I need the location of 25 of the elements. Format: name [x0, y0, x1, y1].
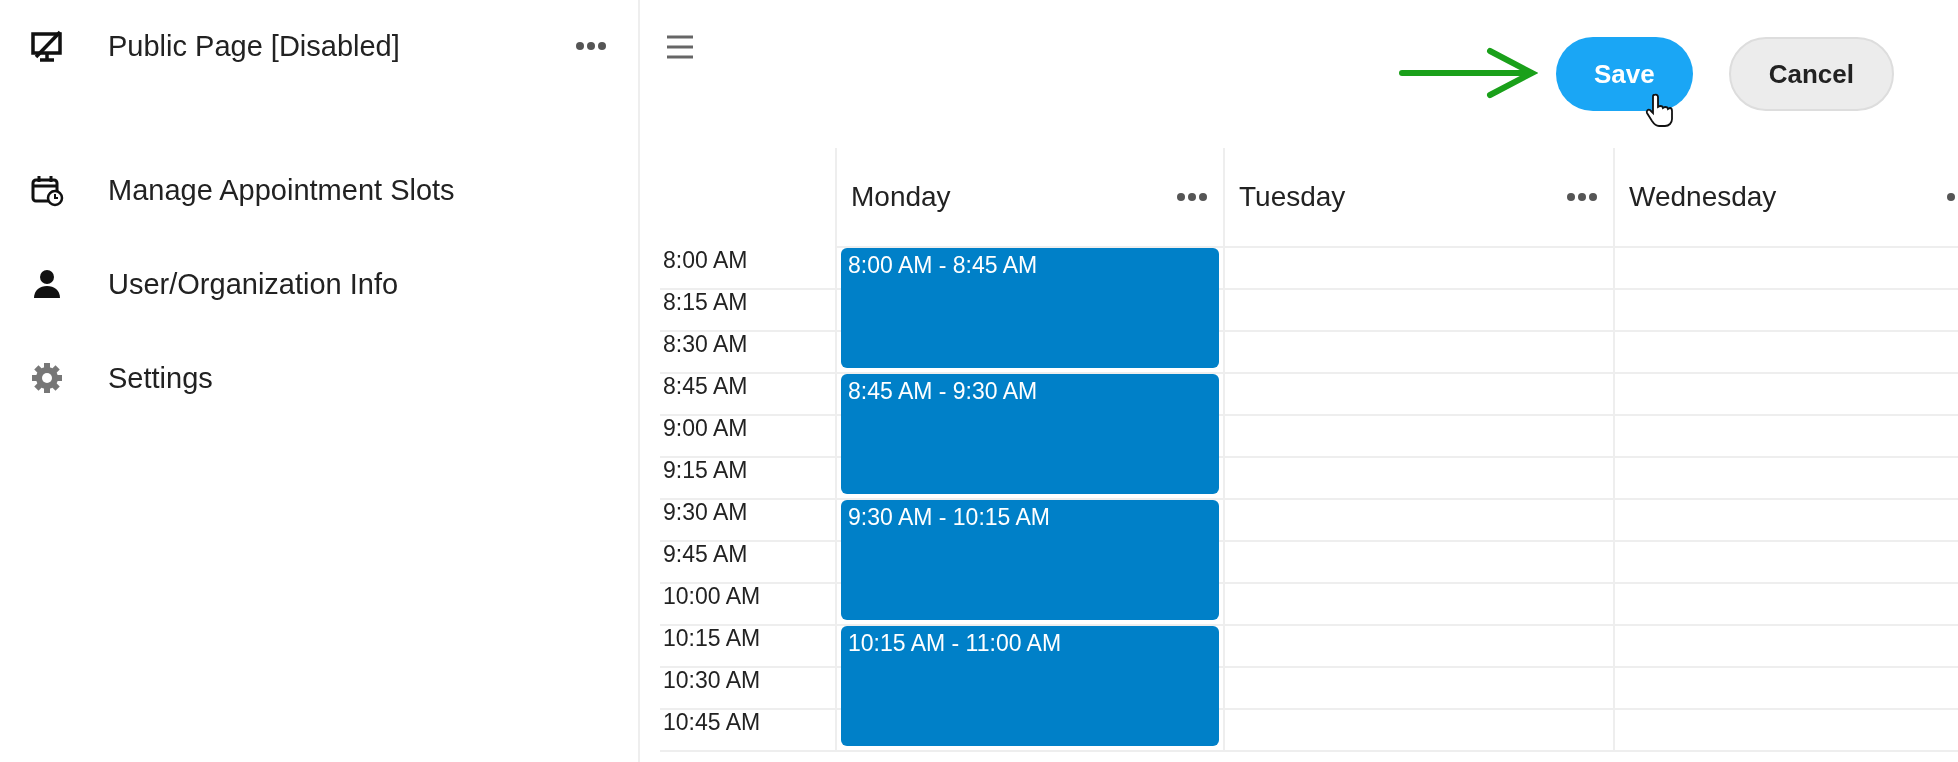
appointment-slot[interactable]: 9:30 AM - 10:15 AM	[841, 500, 1219, 620]
time-label: 9:45 AM	[663, 542, 748, 566]
page-title: Public Page [Disabled]	[108, 29, 401, 63]
time-label: 10:45 AM	[663, 710, 761, 734]
sidebar-item[interactable]: Manage Appointment Slots	[108, 173, 608, 207]
cancel-button[interactable]: Cancel	[1728, 37, 1894, 111]
time-label: 8:00 AM	[663, 248, 748, 272]
day-name: Monday	[851, 181, 952, 213]
time-label: 8:45 AM	[663, 374, 748, 398]
day-name: Tuesday	[1239, 181, 1347, 213]
time-label: 9:30 AM	[663, 500, 748, 524]
time-label: 10:00 AM	[663, 584, 761, 608]
sidebar-item[interactable]: Settings	[108, 361, 608, 395]
time-label: 8:15 AM	[663, 290, 748, 314]
appointment-slot[interactable]: 10:15 AM - 11:00 AM	[841, 626, 1219, 746]
time-label: 10:15 AM	[663, 626, 761, 650]
save-button[interactable]: Save	[1556, 37, 1693, 111]
time-label: 9:00 AM	[663, 416, 748, 440]
appointment-slot[interactable]: 8:45 AM - 9:30 AM	[841, 374, 1219, 494]
appointment-slot[interactable]: 8:00 AM - 8:45 AM	[841, 248, 1219, 368]
time-label: 10:30 AM	[663, 668, 761, 692]
day-name: Wednesday	[1629, 181, 1778, 213]
sidebar-item[interactable]: User/Organization Info	[108, 267, 608, 301]
time-label: 9:15 AM	[663, 458, 748, 482]
time-label: 8:30 AM	[663, 332, 748, 356]
